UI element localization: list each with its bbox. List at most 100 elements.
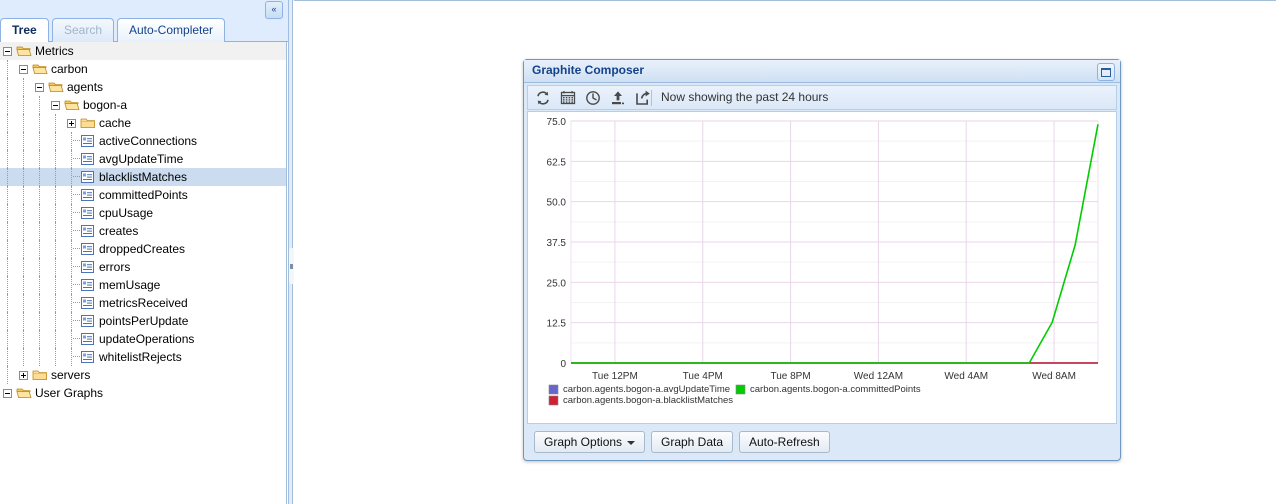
tree-item-label: carbon [51, 62, 88, 76]
tree-expand-icon[interactable] [64, 114, 80, 132]
tree-indent-guide [16, 240, 32, 258]
y-axis-tick-label: 0 [560, 359, 566, 370]
tree-indent-guide [48, 348, 64, 366]
collapse-sidebar-icon[interactable]: « [265, 1, 283, 19]
tree-item-agents[interactable]: agents [0, 78, 286, 96]
tree-indent-guide [0, 276, 16, 294]
tree-indent-guide [48, 294, 64, 312]
tree-indent-guide [0, 60, 16, 78]
tree-indent-guide [16, 348, 32, 366]
auto-refresh-button[interactable]: Auto-Refresh [739, 431, 830, 453]
metric-leaf-icon [80, 222, 96, 240]
tree-indent-guide [16, 294, 32, 312]
tree-indent-guide [16, 96, 32, 114]
tree-indent-guide [16, 330, 32, 348]
legend-label: carbon.agents.bogon-a.avgUpdateTime [563, 384, 730, 395]
tab-auto-completer[interactable]: Auto-Completer [117, 18, 226, 42]
tree-item-creates[interactable]: creates [0, 222, 286, 240]
tree-item-whitelistrejects[interactable]: whitelistRejects [0, 348, 286, 366]
tree-item-updateoperations[interactable]: updateOperations [0, 330, 286, 348]
tree-collapse-icon[interactable] [0, 384, 16, 402]
tree-indent-guide [0, 240, 16, 258]
tree-item-carbon[interactable]: carbon [0, 60, 286, 78]
tree-indent-guide [0, 186, 16, 204]
tree-indent-guide [32, 258, 48, 276]
tree-indent-guide [32, 186, 48, 204]
y-axis-tick-label: 37.5 [547, 238, 567, 249]
tree-item-errors[interactable]: errors [0, 258, 286, 276]
tree-leaf-joint [64, 204, 80, 222]
tree-expand-icon[interactable] [16, 366, 32, 384]
tree-indent-guide [0, 204, 16, 222]
tree-indent-guide [32, 114, 48, 132]
tree-item-label: activeConnections [99, 134, 198, 148]
tree-item-label: blacklistMatches [99, 170, 188, 184]
tree-item-label: memUsage [99, 278, 161, 292]
tree-collapse-icon[interactable] [0, 42, 16, 60]
tree-indent-guide [0, 132, 16, 150]
metrics-tree[interactable]: Metrics carbon agents bogon-a cache activeCon… [0, 42, 287, 504]
time-range-status: Now showing the past 24 hours [661, 90, 829, 104]
tree-item-cpuusage[interactable]: cpuUsage [0, 204, 286, 222]
tree-indent-guide [32, 276, 48, 294]
upload-icon[interactable] [609, 89, 627, 107]
tree-item-blacklistmatches[interactable]: blacklistMatches [0, 168, 286, 186]
tree-item-user-graphs[interactable]: User Graphs [0, 384, 286, 402]
tree-indent-guide [48, 240, 64, 258]
calendar-icon[interactable] [559, 89, 577, 107]
tree-item-metrics[interactable]: Metrics [0, 42, 286, 60]
refresh-icon[interactable] [534, 89, 552, 107]
metrics-sidebar: « Tree Search Auto-Completer Metrics carbon… [0, 0, 288, 504]
graph-data-button[interactable]: Graph Data [651, 431, 734, 453]
tree-indent-guide [32, 294, 48, 312]
clock-icon[interactable] [584, 89, 602, 107]
tree-indent-guide [0, 312, 16, 330]
tree-collapse-icon[interactable] [48, 96, 64, 114]
tree-item-activeconnections[interactable]: activeConnections [0, 132, 286, 150]
legend-label: carbon.agents.bogon-a.committedPoints [750, 384, 921, 395]
tree-item-droppedcreates[interactable]: droppedCreates [0, 240, 286, 258]
legend-swatch [548, 395, 559, 406]
tree-collapse-icon[interactable] [32, 78, 48, 96]
tab-tree[interactable]: Tree [0, 18, 49, 43]
tree-indent-guide [0, 96, 16, 114]
graph-options-button[interactable]: Graph Options [534, 431, 646, 453]
metric-leaf-icon [80, 132, 96, 150]
y-axis-tick-label: 50.0 [547, 198, 567, 209]
metric-leaf-icon [80, 258, 96, 276]
tree-item-label: metricsReceived [99, 296, 188, 310]
metric-leaf-icon [80, 276, 96, 294]
tree-indent-guide [0, 258, 16, 276]
tree-collapse-icon[interactable] [16, 60, 32, 78]
tree-item-committedpoints[interactable]: committedPoints [0, 186, 286, 204]
tree-item-bogon-a[interactable]: bogon-a [0, 96, 286, 114]
tree-leaf-joint [64, 222, 80, 240]
graph-image-panel[interactable]: 0 12.5 25.0 37.5 50.0 62.5 75.0 Tue 12PM Tue 4PM… [527, 111, 1117, 424]
metric-leaf-icon [80, 312, 96, 330]
metric-leaf-icon [80, 204, 96, 222]
tree-item-cache[interactable]: cache [0, 114, 286, 132]
tree-indent-guide [32, 96, 48, 114]
tree-indent-guide [0, 168, 16, 186]
tree-item-avgupdatetime[interactable]: avgUpdateTime [0, 150, 286, 168]
sidebar-splitter[interactable] [288, 0, 294, 504]
legend-swatch [735, 384, 746, 395]
tree-item-label: droppedCreates [99, 242, 186, 256]
tree-item-label: avgUpdateTime [99, 152, 184, 166]
tree-item-memusage[interactable]: memUsage [0, 276, 286, 294]
tree-item-label: creates [99, 224, 139, 238]
tree-item-label: agents [67, 80, 104, 94]
tree-item-metricsreceived[interactable]: metricsReceived [0, 294, 286, 312]
tree-indent-guide [0, 114, 16, 132]
restore-window-icon[interactable] [1097, 63, 1115, 81]
tree-indent-guide [16, 312, 32, 330]
tree-indent-guide [0, 222, 16, 240]
tree-item-pointsperupdate[interactable]: pointsPerUpdate [0, 312, 286, 330]
share-icon[interactable] [634, 89, 652, 107]
tab-label: Auto-Completer [129, 23, 214, 37]
metric-leaf-icon [80, 240, 96, 258]
composer-title-bar[interactable]: Graphite Composer [524, 60, 1120, 83]
tree-item-servers[interactable]: servers [0, 366, 286, 384]
tree-indent-guide [16, 186, 32, 204]
tree-indent-guide [32, 222, 48, 240]
